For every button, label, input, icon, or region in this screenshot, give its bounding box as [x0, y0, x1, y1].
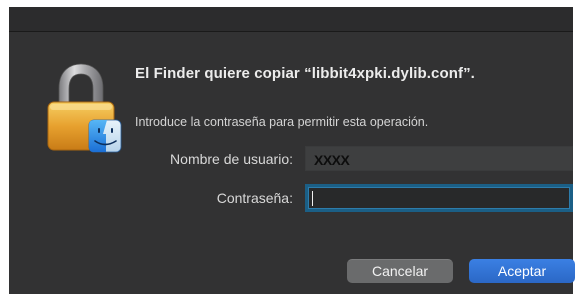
- password-label: Contraseña:: [216, 190, 293, 206]
- cancel-button[interactable]: Cancelar: [347, 259, 453, 283]
- accept-button[interactable]: Aceptar: [469, 259, 575, 283]
- username-label: Nombre de usuario:: [170, 151, 293, 167]
- titlebar-divider: [9, 31, 573, 32]
- finder-badge-icon: [88, 119, 122, 153]
- dialog-message: Introduce la contraseña para permitir es…: [135, 115, 429, 129]
- text-cursor: [312, 191, 313, 206]
- dialog-title: El Finder quiere copiar “libbit4xpki.dyl…: [135, 65, 475, 82]
- lock-with-finder-icon: [47, 63, 122, 153]
- dialog-titlebar: [9, 7, 573, 31]
- username-field[interactable]: XXXX: [305, 146, 573, 171]
- username-value: XXXX: [314, 152, 350, 168]
- password-field[interactable]: [305, 184, 573, 212]
- authentication-dialog: El Finder quiere copiar “libbit4xpki.dyl…: [0, 0, 582, 302]
